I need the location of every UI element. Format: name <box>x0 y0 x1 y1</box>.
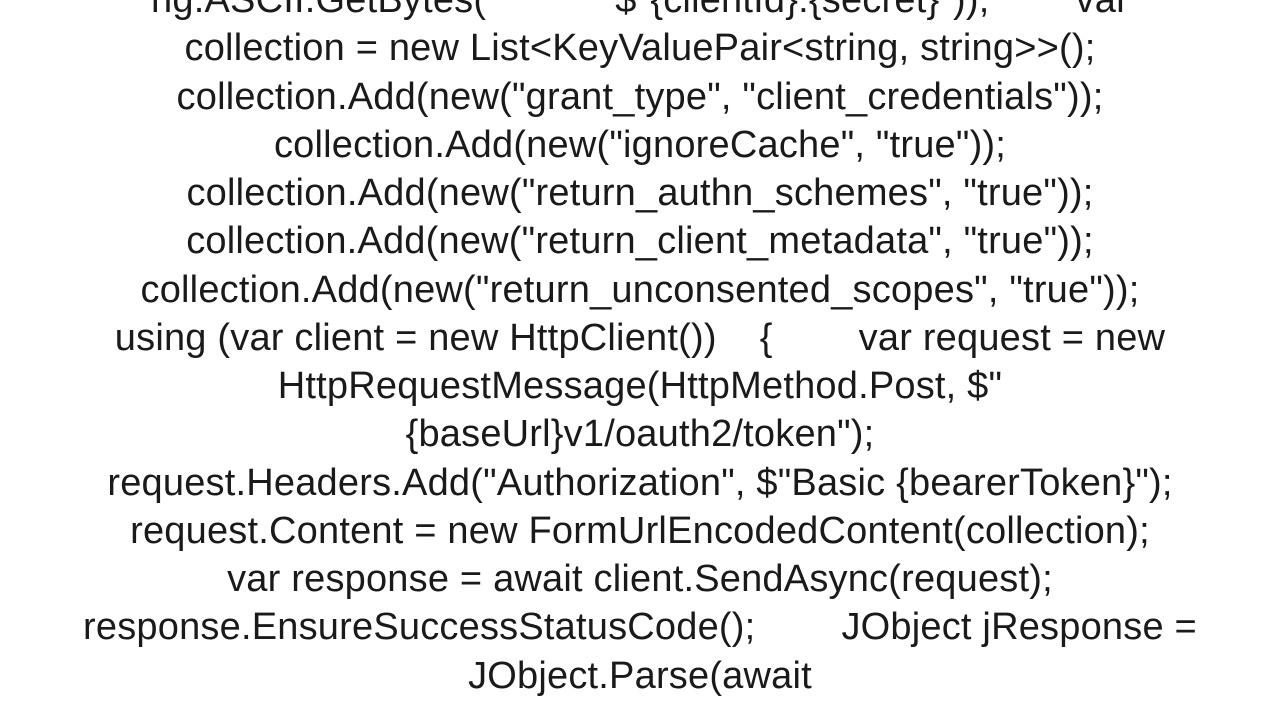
code-snippet-container: ng.ASCII.GetBytes( $"{clientId}:{secret}… <box>0 0 1280 720</box>
code-text: ng.ASCII.GetBytes( $"{clientId}:{secret}… <box>70 0 1210 700</box>
